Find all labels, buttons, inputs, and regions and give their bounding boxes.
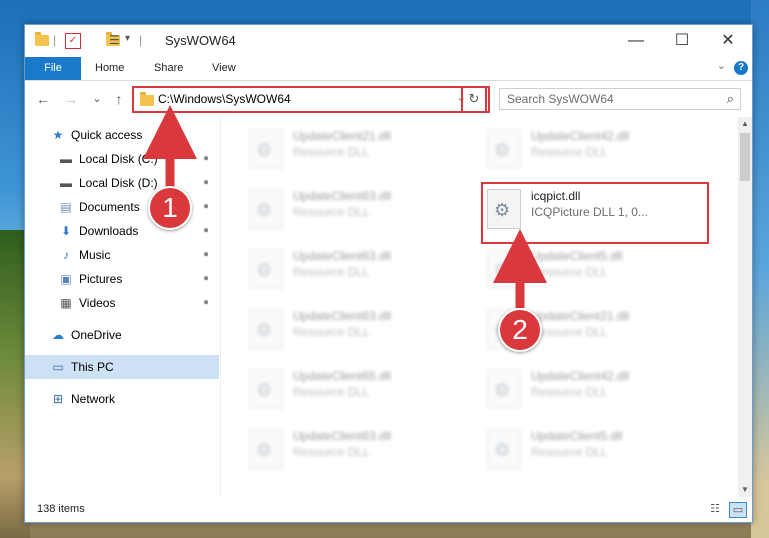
step-marker-1: 1 bbox=[148, 186, 192, 230]
step-marker-2: 2 bbox=[498, 308, 542, 352]
annotation-arrows bbox=[143, 105, 547, 308]
